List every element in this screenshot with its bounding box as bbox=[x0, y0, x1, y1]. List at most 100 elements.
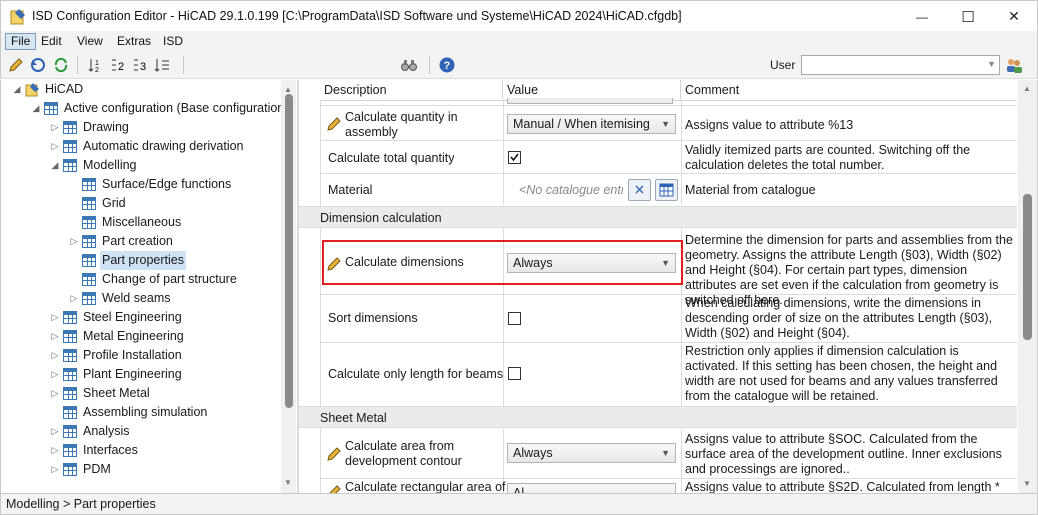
user-combo[interactable]: ▼ bbox=[801, 55, 1000, 75]
rectangular-area-select[interactable]: Al bbox=[507, 483, 676, 493]
tree-item[interactable]: ▷ Metal Engineering bbox=[49, 327, 186, 346]
grid-icon bbox=[63, 121, 77, 134]
tree-item[interactable]: ▷ Weld seams bbox=[68, 289, 173, 308]
tree-item[interactable]: Miscellaneous bbox=[68, 213, 183, 232]
row-comment: Assigns value to attribute %13 bbox=[685, 118, 854, 132]
grid-icon bbox=[82, 292, 96, 305]
tree-scrollbar[interactable]: ▲ ▼ bbox=[281, 80, 296, 493]
expander-icon[interactable]: ▷ bbox=[49, 137, 61, 156]
refresh-icon bbox=[54, 57, 68, 73]
find-button[interactable] bbox=[399, 55, 419, 75]
toolbar: 12 2 3 ? User ▼ bbox=[0, 51, 1038, 79]
catalogue-button[interactable] bbox=[655, 179, 678, 201]
undo-button[interactable] bbox=[28, 55, 48, 75]
tree-item[interactable]: ◢ HiCAD bbox=[11, 80, 85, 99]
tree-item-label: Profile Installation bbox=[83, 348, 182, 362]
edit-button[interactable] bbox=[6, 55, 26, 75]
tree-item[interactable]: ▷ Sheet Metal bbox=[49, 384, 152, 403]
expander-icon[interactable]: ▷ bbox=[68, 289, 80, 308]
tree-item[interactable]: Assembling simulation bbox=[49, 403, 209, 422]
row-comment: Assigns value to attribute §S2D. Calcula… bbox=[685, 480, 1000, 493]
quantity-in-assembly-select[interactable]: Manual / When itemising ▼ bbox=[507, 114, 676, 134]
tree-item-label: Automatic drawing derivation bbox=[83, 139, 244, 153]
menu-view[interactable]: View bbox=[72, 33, 108, 50]
tree-scroll-thumb[interactable] bbox=[285, 94, 293, 408]
expander-icon[interactable]: ▷ bbox=[49, 308, 61, 327]
sort-button-1[interactable]: 12 bbox=[87, 55, 107, 75]
expander-icon[interactable]: ◢ bbox=[11, 80, 23, 99]
grid-icon bbox=[82, 273, 96, 286]
sort-dimensions-checkbox[interactable] bbox=[508, 312, 521, 325]
area-from-contour-select[interactable]: Always ▼ bbox=[507, 443, 676, 463]
tree-item[interactable]: ▷ Steel Engineering bbox=[49, 308, 184, 327]
tree-item[interactable]: Grid bbox=[68, 194, 128, 213]
tree-item-label: Miscellaneous bbox=[102, 215, 182, 229]
expander-icon[interactable]: ▷ bbox=[49, 384, 61, 403]
sort-button-2[interactable]: 2 bbox=[109, 55, 129, 75]
sort-button-3[interactable]: 3 bbox=[131, 55, 151, 75]
table-scrollbar[interactable]: ▲ ▼ bbox=[1018, 80, 1037, 493]
tree-item[interactable]: ▷ Part creation bbox=[68, 232, 175, 251]
close-button[interactable]: ✕ bbox=[991, 1, 1037, 32]
maximize-button[interactable]: ☐ bbox=[945, 1, 991, 32]
table-scroll-thumb[interactable] bbox=[1023, 194, 1032, 340]
tree-item[interactable]: ▷ Plant Engineering bbox=[49, 365, 184, 384]
material-input[interactable]: <No catalogue entr bbox=[519, 183, 623, 198]
expander-icon[interactable]: ▷ bbox=[49, 422, 61, 441]
tree-item[interactable]: ▷ Interfaces bbox=[49, 441, 140, 460]
clear-material-button[interactable] bbox=[628, 179, 651, 201]
row-label: Calculate area from development contour bbox=[345, 439, 462, 468]
tree-item[interactable]: ▷ Analysis bbox=[49, 422, 132, 441]
column-header-comment[interactable]: Comment bbox=[681, 80, 1017, 101]
chevron-down-icon: ▼ bbox=[661, 448, 670, 458]
user-icon bbox=[1007, 59, 1022, 73]
svg-text:?: ? bbox=[444, 60, 451, 72]
grid-icon bbox=[63, 463, 77, 476]
expander-icon[interactable]: ▷ bbox=[49, 346, 61, 365]
tree-item[interactable]: Surface/Edge functions bbox=[68, 175, 233, 194]
tree-item[interactable]: ◢ Modelling bbox=[49, 156, 139, 175]
menu-edit[interactable]: Edit bbox=[36, 33, 67, 50]
help-button[interactable]: ? bbox=[437, 55, 457, 75]
undo-icon bbox=[31, 58, 45, 72]
menu-extras[interactable]: Extras bbox=[112, 33, 156, 50]
tree-item[interactable]: ▷ Profile Installation bbox=[49, 346, 184, 365]
total-quantity-checkbox[interactable] bbox=[508, 151, 521, 164]
highlight-box bbox=[322, 240, 683, 285]
expander-icon[interactable]: ◢ bbox=[49, 156, 61, 175]
expander-icon[interactable]: ▷ bbox=[49, 365, 61, 384]
expander-icon[interactable]: ▷ bbox=[68, 232, 80, 251]
grid-icon bbox=[82, 235, 96, 248]
column-header-description[interactable]: Description bbox=[320, 80, 503, 101]
svg-text:1: 1 bbox=[95, 60, 99, 67]
grid-icon bbox=[82, 254, 96, 267]
binoculars-icon bbox=[401, 60, 417, 71]
tree-item-label: HiCAD bbox=[45, 82, 84, 96]
expander-icon[interactable]: ▷ bbox=[49, 441, 61, 460]
expander-icon[interactable]: ◢ bbox=[30, 99, 42, 118]
menu-isd[interactable]: ISD bbox=[158, 33, 188, 50]
tree-item[interactable]: ▷ PDM bbox=[49, 460, 113, 479]
pencil-icon bbox=[327, 447, 341, 461]
tree-item-label: Modelling bbox=[83, 158, 137, 172]
user-button[interactable] bbox=[1004, 55, 1024, 75]
refresh-button[interactable] bbox=[51, 55, 71, 75]
expander-icon[interactable]: ▷ bbox=[49, 118, 61, 137]
section-sheet-metal[interactable]: Sheet Metal bbox=[299, 406, 1017, 428]
sort-button-4[interactable] bbox=[153, 55, 173, 75]
tree-item[interactable]: ▷ Automatic drawing derivation bbox=[49, 137, 246, 156]
tree-item[interactable]: Change of part structure bbox=[68, 270, 239, 289]
tree-item[interactable]: Part properties bbox=[68, 251, 186, 270]
grid-icon bbox=[82, 197, 96, 210]
grid-icon bbox=[44, 102, 58, 115]
expander-icon[interactable]: ▷ bbox=[49, 327, 61, 346]
expander-icon[interactable]: ▷ bbox=[49, 460, 61, 479]
section-dimension-calculation[interactable]: Dimension calculation bbox=[299, 206, 1017, 228]
tree-item[interactable]: ▷ Drawing bbox=[49, 118, 131, 137]
length-for-beams-checkbox[interactable] bbox=[508, 367, 521, 380]
row-comment: Validly itemized parts are counted. Swit… bbox=[685, 143, 971, 172]
tree-item[interactable]: ◢ Active configuration (Base configuratio… bbox=[30, 99, 290, 118]
menu-file[interactable]: File bbox=[5, 33, 37, 50]
row-label: Sort dimensions bbox=[328, 311, 418, 325]
minimize-button[interactable]: — bbox=[899, 1, 945, 32]
